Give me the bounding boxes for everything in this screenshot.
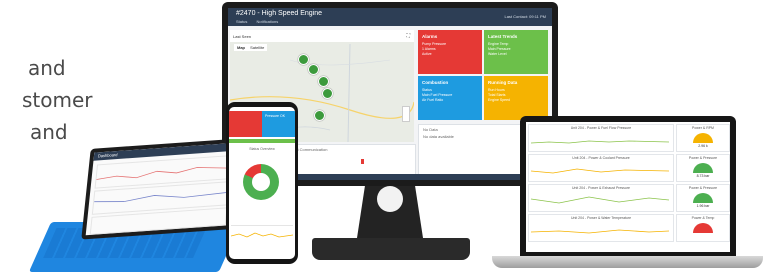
dashboard-nav: Status Notifications bbox=[236, 19, 286, 24]
gauge-arc bbox=[693, 223, 713, 233]
phone-info-tile[interactable]: Pressure OK bbox=[262, 111, 295, 137]
smartphone: Pressure OK Status Overview bbox=[226, 102, 298, 264]
tile-title: Combustion bbox=[422, 80, 449, 85]
tile-title: Alarms bbox=[422, 34, 438, 39]
location-pin-icon[interactable] bbox=[322, 88, 333, 99]
laptop-gauge: Power & Temp bbox=[676, 214, 730, 242]
location-pin-icon[interactable] bbox=[308, 64, 319, 75]
panel-title: No Data bbox=[423, 127, 438, 132]
dashboard-header: #2470 - High Speed Engine Status Notific… bbox=[228, 8, 552, 26]
last-contact: Last Contact: 09:11 PM bbox=[504, 14, 546, 19]
gauge-arc bbox=[693, 133, 713, 143]
donut-center bbox=[252, 173, 270, 191]
tile-line: Main Pressure bbox=[488, 47, 511, 51]
tile-latest-trends[interactable]: Latest Trends Engine Temp Main Pressure … bbox=[484, 30, 548, 74]
tile-title: Running Data bbox=[488, 80, 518, 85]
panel-subtitle: No data available bbox=[423, 134, 454, 139]
tablet-title: Dashboard bbox=[97, 152, 118, 159]
tablet-device: Dashboard bbox=[81, 138, 241, 240]
tagline-line-3: and bbox=[30, 120, 68, 144]
chart-title: Unit 204 - Power & Fuel Flow Pressure bbox=[570, 126, 632, 130]
tile-line: Total Starts bbox=[488, 93, 506, 97]
gauge-title: Power & Pressure bbox=[688, 186, 718, 190]
tile-line: Run Hours bbox=[488, 88, 505, 92]
tagline-line-2: stomer bbox=[22, 88, 93, 112]
phone-screen: Pressure OK Status Overview bbox=[229, 107, 295, 259]
tagline-line-1: and bbox=[28, 56, 66, 80]
tile-line: Engine Speed bbox=[488, 98, 510, 102]
laptop-chart: Unit 204 - Power & Exhaust Pressure bbox=[528, 184, 674, 212]
laptop-chart: Unit 204 - Power & Fuel Flow Pressure bbox=[528, 124, 674, 152]
tile-line: Main Fuel Pressure bbox=[422, 93, 453, 97]
laptop-base bbox=[492, 256, 763, 268]
tile-line: Pump Pressure bbox=[422, 42, 447, 46]
gauge-value: 2.96 k bbox=[698, 144, 708, 148]
page-title: #2470 - High Speed Engine bbox=[236, 10, 323, 17]
laptop-screen: Unit 204 - Power & Fuel Flow Pressure Un… bbox=[526, 122, 730, 252]
zoom-control[interactable] bbox=[402, 106, 410, 122]
chart-title: Unit 204 - Power & Coolant Pressure bbox=[572, 156, 630, 160]
tile-alarms[interactable]: Alarms Pump Pressure 1 Alarms Active bbox=[418, 30, 482, 74]
tile-line: Water Level bbox=[488, 52, 507, 56]
phone-alarm-tile[interactable] bbox=[229, 111, 262, 137]
donut-title: Status Overview bbox=[249, 147, 275, 151]
chart-title: Unit 204 - Power & Exhaust Pressure bbox=[572, 186, 630, 190]
gauge-title: Power & Pressure bbox=[688, 156, 718, 160]
tablet-screen: Dashboard bbox=[85, 142, 237, 236]
monitor-base bbox=[312, 238, 470, 260]
tile-line: 1 Alarms bbox=[422, 47, 436, 51]
gauge-arc bbox=[693, 193, 713, 203]
location-pin-icon[interactable] bbox=[298, 54, 309, 65]
phone-mini-line bbox=[230, 232, 294, 238]
gauge-arc bbox=[693, 163, 713, 173]
phone-mini-chart bbox=[230, 225, 294, 244]
gauge-title: Power & RPM bbox=[692, 126, 714, 130]
tile-line: Status bbox=[422, 88, 432, 92]
tab-status[interactable]: Status bbox=[236, 19, 247, 24]
tile-line: Active bbox=[422, 52, 432, 56]
alert-marker-icon bbox=[361, 159, 364, 164]
gauge-title: Power & Temp bbox=[691, 216, 715, 220]
tile-combustion[interactable]: Combustion Status Main Fuel Pressure Air… bbox=[418, 76, 482, 120]
gauge-value: 1.96 bar bbox=[696, 204, 710, 208]
location-pin-icon[interactable] bbox=[318, 76, 329, 87]
laptop-gauge: Power & Pressure 1.96 bar bbox=[676, 184, 730, 212]
tile-line: Air Fuel Ratio bbox=[422, 98, 444, 102]
stand-cable-hole bbox=[377, 186, 403, 212]
location-pin-icon[interactable] bbox=[314, 110, 325, 121]
laptop: Unit 204 - Power & Fuel Flow Pressure Un… bbox=[520, 116, 736, 256]
tab-notifications[interactable]: Notifications bbox=[256, 19, 278, 24]
laptop-chart: Unit 204 - Power & Coolant Pressure bbox=[528, 154, 674, 182]
laptop-gauge: Power & Pressure 8.73 bar bbox=[676, 154, 730, 182]
tile-running-data[interactable]: Running Data Run Hours Total Starts Engi… bbox=[484, 76, 548, 120]
chart-title: Unit 204 - Power & Water Temperature bbox=[570, 216, 632, 220]
tile-line: Engine Temp bbox=[488, 42, 509, 46]
gauge-value: 8.73 bar bbox=[696, 174, 710, 178]
phone-tile-label: Pressure OK bbox=[265, 114, 286, 118]
tile-title: Latest Trends bbox=[488, 34, 518, 39]
laptop-chart: Unit 204 - Power & Water Temperature bbox=[528, 214, 674, 242]
laptop-gauge: Power & RPM 2.96 k bbox=[676, 124, 730, 152]
left-tagline: and stomer and bbox=[0, 52, 93, 148]
phone-status-bar bbox=[229, 139, 295, 143]
